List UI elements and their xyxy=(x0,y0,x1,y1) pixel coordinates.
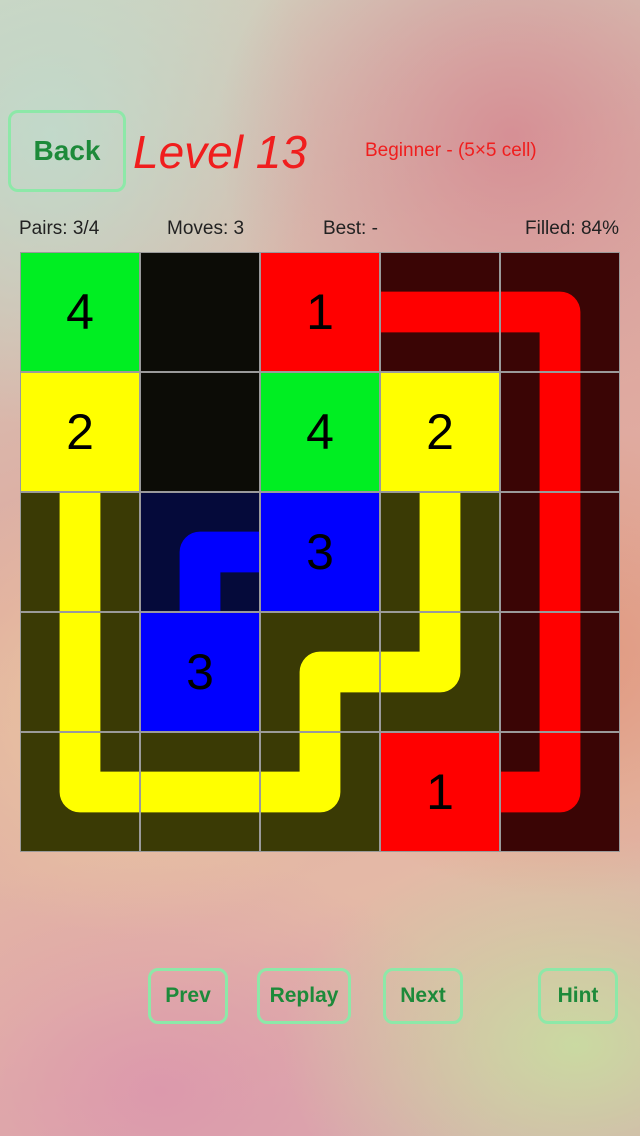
level-title: Level 13 xyxy=(133,126,307,178)
game-board[interactable]: 4 1 2 4 2 3 3 1 xyxy=(20,252,620,852)
endpoint-label: 2 xyxy=(66,404,94,460)
replay-button[interactable]: Replay xyxy=(257,968,351,1024)
endpoint-label: 3 xyxy=(186,644,214,700)
board-cell[interactable] xyxy=(140,252,260,372)
endpoint-label: 3 xyxy=(306,524,334,580)
difficulty-label: Beginner - (5×5 cell) xyxy=(365,140,537,161)
filled-percentage: Filled: 84% xyxy=(525,218,619,239)
back-button[interactable]: Back xyxy=(8,110,126,192)
board-cell[interactable] xyxy=(140,372,260,492)
prev-button[interactable]: Prev xyxy=(148,968,228,1024)
endpoint-label: 2 xyxy=(426,404,454,460)
hint-button[interactable]: Hint xyxy=(538,968,618,1024)
endpoint-label: 1 xyxy=(306,284,334,340)
board-canvas[interactable]: 4 1 2 4 2 3 3 1 xyxy=(20,252,620,852)
moves-counter: Moves: 3 xyxy=(167,218,245,239)
best-score: Best: - xyxy=(323,218,378,239)
endpoint-label: 1 xyxy=(426,764,454,820)
endpoint-label: 4 xyxy=(66,284,94,340)
pairs-counter: Pairs: 3/4 xyxy=(19,218,100,239)
endpoint-label: 4 xyxy=(306,404,334,460)
next-button[interactable]: Next xyxy=(383,968,463,1024)
